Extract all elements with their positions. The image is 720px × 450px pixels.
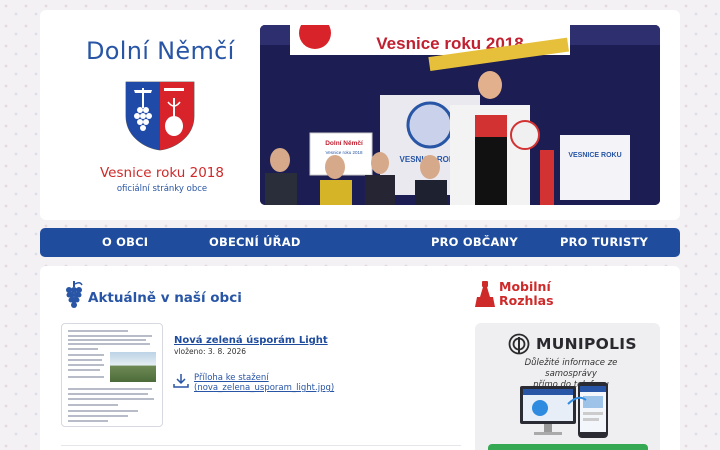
nav-item-o-obci[interactable]: O OBCI	[102, 228, 148, 257]
megaphone-icon[interactable]	[474, 279, 496, 309]
mobilni-rozhlas-title[interactable]: Mobilní Rozhlas	[499, 280, 554, 308]
munipolis-register-button[interactable]	[488, 444, 648, 450]
site-title[interactable]: Dolní Němčí	[86, 37, 236, 65]
download-icon[interactable]	[173, 373, 189, 389]
news-section-title: Aktuálně v naší obci	[88, 290, 242, 306]
attachment-link[interactable]: Příloha ke stažení	[194, 373, 269, 383]
house-photo	[110, 352, 156, 382]
grapes-icon	[66, 281, 83, 308]
hero-sign-left: Dolní Němčí	[325, 140, 363, 147]
hero-sign-right: VESNICE ROKU	[568, 152, 621, 159]
site-subtitle: Vesnice roku 2018	[100, 165, 224, 181]
munipolis-desc-line-1: Důležité informace ze samosprávy	[524, 358, 618, 379]
attachment-filename[interactable]: (nova_zelena_usporam_light.jpg)	[194, 383, 334, 393]
news-thumbnail[interactable]	[61, 323, 163, 427]
news-divider	[61, 445, 461, 446]
hero-photo: Vesnice roku 2018 VESNICE ROKU VESNICE R…	[260, 25, 660, 205]
site-tagline: oficiální stránky obce	[116, 184, 208, 194]
nav-item-obecni-urad[interactable]: OBECNÍ ÚŘAD	[209, 228, 301, 257]
nav-item-pro-turisty[interactable]: PRO TURISTY	[560, 228, 648, 257]
news-item-date: vloženo: 3. 8. 2026	[174, 347, 247, 356]
devices-illustration	[520, 382, 608, 438]
rozhlas-line-1: Mobilní	[499, 279, 551, 294]
munipolis-logo-icon	[508, 333, 530, 355]
munipolis-brand: MUNIPOLIS	[536, 335, 637, 353]
main-nav: O OBCI OBECNÍ ÚŘAD PRO OBČANY PRO TURIST…	[40, 228, 680, 257]
hero-sign-left-sub: Vesnice roku 2018	[325, 150, 363, 155]
hero-scene: Vesnice roku 2018 VESNICE ROKU VESNICE R…	[260, 25, 660, 205]
coat-of-arms-icon[interactable]	[124, 80, 196, 152]
nav-item-pro-obcany[interactable]: PRO OBČANY	[431, 228, 518, 257]
rozhlas-line-2: Rozhlas	[499, 293, 554, 308]
news-item-title[interactable]: Nová zelená úsporám Light	[174, 335, 328, 346]
